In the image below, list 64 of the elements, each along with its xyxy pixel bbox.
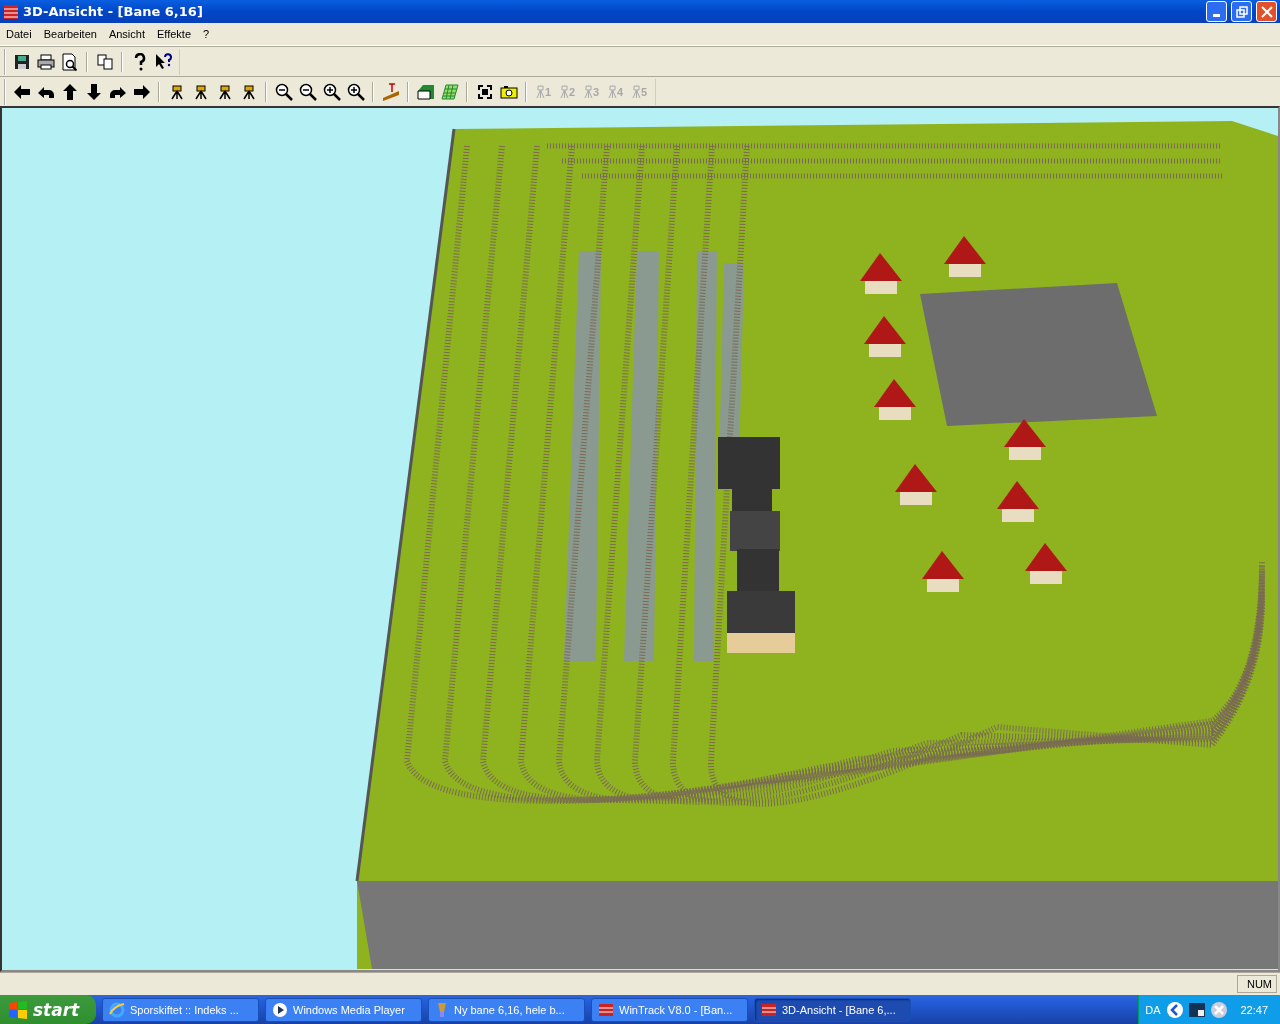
windows-logo-icon	[8, 1000, 28, 1019]
menu-item[interactable]: ?	[197, 28, 216, 40]
menu-item[interactable]: Effekte	[151, 28, 198, 40]
taskbar-button[interactable]: WinTrack V8.0 - [Ban...	[591, 997, 748, 1022]
house-drawing	[997, 481, 1039, 522]
paint-icon	[435, 1001, 449, 1018]
window-title: 3D-Ansicht - [Bane 6,16]	[23, 4, 203, 19]
camera-tripod-icon	[535, 84, 545, 99]
chevron-left-icon[interactable]	[1166, 1000, 1185, 1019]
camera-icon	[499, 83, 518, 100]
ramp-icon	[381, 82, 400, 101]
terrain-icon	[416, 83, 435, 100]
3d-view[interactable]	[0, 106, 1280, 972]
menu-item[interactable]: Bearbeiten	[37, 28, 103, 40]
grid-icon	[440, 83, 459, 100]
taskbar-button[interactable]: 3D-Ansicht - [Bane 6,...	[754, 997, 911, 1022]
house-drawing	[874, 379, 916, 420]
minimize-icon	[1213, 14, 1220, 17]
camera-tripod-icon	[559, 84, 569, 99]
camera-tripod-icon	[583, 84, 593, 99]
camera-tripod-icon	[631, 84, 641, 99]
zoom-out-icon	[274, 82, 293, 101]
arrow-icon	[13, 84, 30, 99]
zoom-in-icon	[322, 82, 341, 101]
menu-item[interactable]: Datei	[0, 28, 38, 40]
arrow-icon	[86, 83, 101, 100]
house-drawing	[895, 464, 937, 505]
network-icon[interactable]	[1188, 1001, 1207, 1018]
pointer-question-icon	[154, 52, 173, 71]
browser-icon	[109, 1001, 125, 1018]
house-drawing	[922, 551, 964, 592]
house-drawing	[944, 236, 986, 277]
house-drawing	[1004, 419, 1046, 460]
printer-icon	[36, 53, 55, 70]
app-icon	[761, 1001, 777, 1018]
zoom-out-icon	[298, 82, 317, 101]
taskbar-button[interactable]: Sporskiftet :: Indeks ...	[102, 997, 259, 1022]
zoom-in-icon	[346, 82, 365, 101]
arrow-icon	[62, 83, 77, 100]
question-mark-icon	[133, 52, 146, 71]
start-button[interactable]: start	[0, 995, 96, 1024]
restore-button[interactable]	[1231, 1, 1252, 22]
media-player-icon	[272, 1001, 288, 1018]
app-icon	[598, 1001, 614, 1018]
language-indicator[interactable]: DA	[1145, 1003, 1161, 1016]
clock: 22:47	[1240, 1003, 1268, 1016]
copy-icon	[96, 53, 113, 70]
restore-icon	[1235, 5, 1248, 18]
house-drawing	[1025, 543, 1067, 584]
house-drawing	[860, 253, 902, 294]
menu-item[interactable]: Ansicht	[102, 28, 151, 40]
arrow-icon	[133, 84, 150, 99]
taskbar-button[interactable]: Windows Media Player	[265, 997, 422, 1022]
fit-view-icon	[476, 83, 493, 100]
camera-tripod-icon	[607, 84, 617, 99]
print-preview-icon	[61, 52, 78, 71]
house-drawing	[864, 316, 906, 357]
taskbar-button[interactable]: Ny bane 6,16, hele b...	[428, 997, 585, 1022]
status-indicator: NUM	[1237, 975, 1277, 993]
minimize-button[interactable]	[1206, 1, 1227, 22]
turn-arrow-icon	[109, 84, 126, 99]
app-icon	[3, 3, 19, 20]
close-icon	[1260, 5, 1273, 18]
close-button[interactable]	[1256, 1, 1277, 22]
